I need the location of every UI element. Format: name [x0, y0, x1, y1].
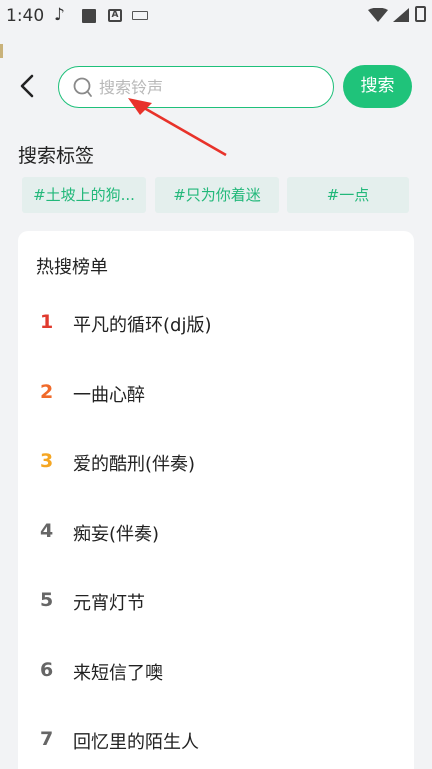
- song-name: 痴妄(伴奏): [73, 524, 160, 545]
- song-name: 元宵灯节: [73, 593, 145, 614]
- wifi-icon: [368, 8, 388, 22]
- song-name: 一曲心醉: [73, 385, 145, 406]
- rank-number: 4: [40, 520, 54, 542]
- hot-list-item[interactable]: 2 一曲心醉: [18, 369, 414, 419]
- rank-number: 7: [40, 728, 54, 750]
- hot-search-title: 热搜榜单: [36, 257, 108, 278]
- signal-icon: [393, 8, 409, 22]
- rank-number: 5: [40, 589, 54, 611]
- hot-list-item[interactable]: 1 平凡的循环(dj版): [18, 299, 414, 349]
- rank-number: 2: [40, 381, 54, 403]
- tiktok-icon: ♪: [54, 5, 65, 25]
- keyboard-icon: [132, 11, 148, 20]
- annotation-arrow-icon: [128, 98, 227, 157]
- rank-number: 3: [40, 450, 54, 472]
- battery-icon: [415, 6, 426, 22]
- search-tag[interactable]: #只为你着迷: [155, 177, 279, 213]
- search-tag[interactable]: #土坡上的狗...: [22, 177, 146, 213]
- hot-list-item[interactable]: 6 来短信了噢: [18, 647, 414, 697]
- rank-number: 6: [40, 659, 54, 681]
- a-notification-icon: A: [108, 9, 122, 22]
- status-time: 1:40: [6, 6, 45, 26]
- song-name: 爱的酷刑(伴奏): [73, 454, 196, 475]
- search-button[interactable]: 搜索: [343, 65, 412, 108]
- search-tag[interactable]: #一点: [287, 177, 409, 213]
- hot-list-item[interactable]: 4 痴妄(伴奏): [18, 508, 414, 558]
- hot-list-item[interactable]: 5 元宵灯节: [18, 577, 414, 627]
- song-name: 来短信了噢: [73, 663, 163, 684]
- edge-marker: [0, 44, 3, 58]
- song-name: 平凡的循环(dj版): [73, 315, 212, 336]
- back-button[interactable]: [14, 72, 42, 100]
- hot-list-item[interactable]: 7 回忆里的陌生人: [18, 716, 414, 766]
- hot-list-item[interactable]: 3 爱的酷刑(伴奏): [18, 438, 414, 488]
- search-icon: [73, 77, 92, 97]
- status-bar: 1:40 ♪ A: [0, 0, 432, 34]
- square-notification-icon: [82, 9, 96, 23]
- song-name: 回忆里的陌生人: [73, 732, 199, 753]
- hot-search-card: 热搜榜单 1 平凡的循环(dj版) 2 一曲心醉 3 爱的酷刑(伴奏) 4 痴妄…: [18, 231, 414, 769]
- search-tags-title: 搜索标签: [18, 145, 95, 167]
- rank-number: 1: [40, 311, 54, 333]
